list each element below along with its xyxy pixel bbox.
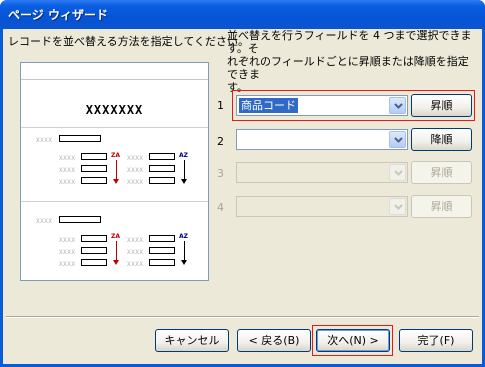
preview-placeholder: XXXX [127,167,144,174]
chevron-down-icon[interactable] [389,131,406,148]
preview-top-line [21,79,208,80]
preview-field [59,135,101,142]
preview-divider [21,201,208,202]
preview-field [149,247,175,254]
preview-field [149,165,175,172]
sort-row-3-number: 3 [217,167,224,180]
preview-field [149,235,175,242]
sort-field-3-value [239,165,243,180]
preview-field [149,259,175,266]
cancel-button[interactable]: キャンセル [155,329,229,352]
preview-divider [21,127,208,128]
preview-field [149,177,175,184]
preview-field [59,216,101,223]
preview-placeholder: XXXX [59,155,76,162]
descending-arrow-icon [113,160,119,184]
window-title: ページ ウィザード [8,8,108,22]
dialog-body: レコードを並べ替える方法を指定してください。 XXXXXXX XXXX XXXX… [3,29,482,364]
sort-description: 並べ替えを行うフィールドを 4 つまで選択できます。そ れぞれのフィールドごとに… [227,29,479,94]
sort-field-2-value [239,132,243,147]
preview-placeholder: XXXX [59,261,76,268]
descending-arrow-icon [113,241,119,265]
preview-placeholder: XXXX [127,249,144,256]
preview-placeholder: XXXX [59,249,76,256]
sort-row-1-number: 1 [217,99,224,112]
preview-placeholder: XXXX [127,261,144,268]
highlight-box [312,325,393,356]
title-bar[interactable]: ページ ウィザード [0,0,485,29]
ascending-arrow-icon [181,241,187,265]
preview-placeholder: XXXX [127,179,144,186]
sort-row-2-number: 2 [217,135,224,148]
preview-field [81,247,107,254]
sort-row-4-number: 4 [217,201,224,214]
sort-field-4-value [239,199,243,214]
highlight-box [232,90,475,121]
preview-field [149,153,175,160]
sort-field-2-select[interactable] [236,129,408,150]
sort-field-3-select[interactable] [236,162,408,183]
chevron-down-icon[interactable] [389,198,406,215]
description-line: れぞれのフィールドごとに昇順または降順を指定できま [227,55,469,81]
preview-field [81,259,107,266]
sort-preview-image: XXXXXXX XXXX XXXX XXXX XXXX ZA XXXX XXXX… [20,62,209,281]
preview-field [81,177,107,184]
back-button[interactable]: < 戻る(B) [237,329,311,352]
footer-separator [6,316,479,318]
preview-placeholder: XXXX [59,179,76,186]
sort-order-4-button[interactable]: 昇順 [411,195,472,218]
preview-placeholder: XXXX [127,237,144,244]
ascending-arrow-icon [181,160,187,184]
preview-field [81,165,107,172]
preview-placeholder: XXXX [36,137,53,144]
descending-label: ZA [111,152,120,159]
description-line: 並べ替えを行うフィールドを 4 つまで選択できます。そ [227,29,472,55]
finish-button[interactable]: 完了(F) [399,329,473,352]
sort-order-2-button[interactable]: 降順 [411,128,472,151]
preview-field [81,153,107,160]
preview-heading: XXXXXXX [85,103,144,117]
instruction-text: レコードを並べ替える方法を指定してください。 [8,35,250,48]
sort-order-3-button[interactable]: 昇順 [411,161,472,184]
ascending-label: AZ [179,152,188,159]
sort-field-4-select[interactable] [236,196,408,217]
chevron-down-icon[interactable] [389,164,406,181]
descending-label: ZA [111,233,120,240]
preview-placeholder: XXXX [127,155,144,162]
preview-placeholder: XXXX [36,218,53,225]
preview-placeholder: XXXX [59,167,76,174]
wizard-window: ページ ウィザード レコードを並べ替える方法を指定してください。 XXXXXXX… [0,0,485,367]
ascending-label: AZ [179,233,188,240]
preview-placeholder: XXXX [59,237,76,244]
preview-field [81,235,107,242]
